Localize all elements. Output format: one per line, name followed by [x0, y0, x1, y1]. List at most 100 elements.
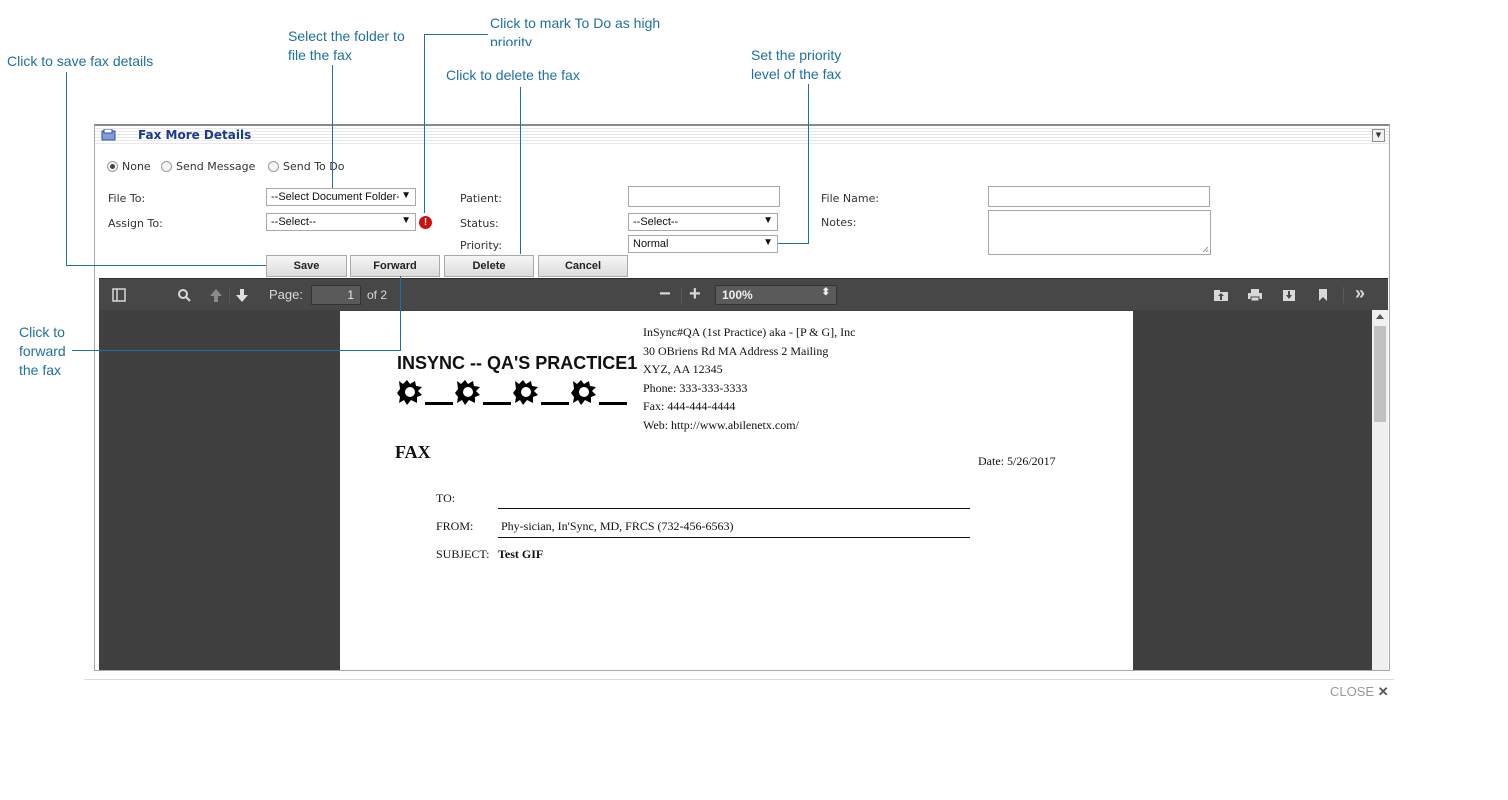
close-label: CLOSE: [1330, 684, 1375, 696]
chevron-down-icon: ▼: [401, 215, 411, 226]
radio-send-message-indicator[interactable]: [161, 160, 172, 172]
subject-value: Test GIF: [498, 547, 544, 561]
callout-forward-line1: Click to: [19, 324, 65, 340]
radio-none-indicator[interactable]: [107, 160, 118, 172]
callout-folder-line1: Select the folder to: [288, 28, 405, 44]
print-icon[interactable]: [1247, 288, 1263, 302]
chevron-down-icon: ▼: [763, 215, 773, 226]
zoom-in-icon[interactable]: +: [689, 283, 701, 306]
from-label: FROM:: [436, 519, 474, 533]
connector-line: [72, 350, 401, 351]
radio-none[interactable]: None: [107, 159, 151, 173]
address-block: InSync#QA (1st Practice) aka - [P & G], …: [643, 323, 856, 435]
delete-button[interactable]: Delete: [444, 255, 534, 277]
radio-none-label: None: [122, 159, 151, 173]
download-icon[interactable]: [1281, 288, 1297, 302]
sidebar-toggle-icon[interactable]: [112, 288, 126, 302]
assign-to-label: Assign To:: [108, 217, 163, 230]
patient-input[interactable]: [628, 186, 780, 207]
connector-line: [424, 34, 488, 35]
status-select-value: --Select--: [633, 216, 679, 228]
toolbar-separator: [681, 287, 682, 303]
dialog-footer-divider: [84, 679, 1394, 680]
open-file-icon[interactable]: [1213, 288, 1229, 302]
collapse-icon[interactable]: ▼: [1372, 129, 1385, 142]
zoom-select-value: 100%: [722, 288, 753, 302]
dialog-titlebar: Fax More Details ▼: [95, 126, 1389, 146]
connector-line: [66, 265, 266, 266]
zoom-select[interactable]: 100% ⬍: [715, 285, 837, 305]
pdf-viewer-area[interactable]: INSYNC -- QA'S PRACTICE1 InSync#QA (1st …: [99, 310, 1372, 670]
radio-send-todo-label: Send To Do: [283, 159, 345, 173]
radio-send-message-label: Send Message: [176, 159, 256, 173]
toolbar-separator: [1343, 287, 1344, 303]
address-line: Fax: 444-444-4444: [643, 399, 736, 414]
chevron-down-icon: ▼: [763, 237, 773, 248]
priority-label: Priority:: [460, 239, 503, 252]
address-line: 30 OBriens Rd MA Address 2 Mailing: [643, 343, 829, 358]
dialog-title: Fax More Details: [138, 128, 252, 142]
save-button[interactable]: Save: [266, 255, 347, 277]
callout-forward-line2: forward: [19, 343, 66, 359]
callout-high-priority-line1: Click to mark To Do as high: [490, 15, 661, 31]
resize-grip-icon[interactable]: [1202, 246, 1209, 253]
callout-forward-line3: the fax: [19, 362, 62, 378]
callout-priority: Set the priority level of the fax: [751, 46, 841, 84]
fax-details-dialog: Fax More Details ▼ None Send Message Sen…: [94, 124, 1390, 671]
from-value: Phy-sician, In'Sync, MD, FRCS (732-456-6…: [501, 519, 734, 533]
callout-high-priority: Click to mark To Do as high priority: [490, 14, 660, 46]
patient-label: Patient:: [460, 192, 503, 205]
callout-folder-line2: file the fax: [288, 47, 352, 63]
scroll-up-arrow-icon[interactable]: [1376, 314, 1384, 319]
priority-select[interactable]: Normal ▼: [628, 235, 778, 253]
callout-folder: Select the folder to file the fax: [288, 27, 405, 65]
connector-line: [332, 65, 333, 188]
next-page-icon[interactable]: [235, 288, 249, 303]
radio-send-todo-indicator[interactable]: [268, 160, 279, 172]
bookmark-icon[interactable]: [1317, 288, 1329, 302]
status-select[interactable]: --Select-- ▼: [628, 213, 778, 231]
cancel-button[interactable]: Cancel: [538, 255, 628, 277]
radio-send-todo[interactable]: Send To Do: [268, 159, 344, 173]
scrollbar-thumb[interactable]: [1374, 326, 1386, 422]
forward-button[interactable]: Forward: [350, 255, 440, 277]
callout-priority-line2: level of the fax: [751, 66, 842, 82]
notes-label: Notes:: [821, 216, 857, 229]
callout-forward: Click to forward the fax: [19, 323, 66, 380]
connector-line: [400, 276, 401, 351]
toolbar-separator: [229, 287, 230, 303]
address-line: XYZ, AA 12345: [643, 362, 723, 377]
connector-line: [520, 87, 521, 254]
zoom-chevron-icon: ⬍: [821, 287, 830, 298]
notes-textarea[interactable]: [988, 210, 1211, 255]
pdf-scrollbar[interactable]: [1372, 310, 1388, 670]
radio-send-message[interactable]: Send Message: [161, 159, 255, 173]
connector-line: [424, 34, 425, 213]
search-icon[interactable]: [177, 288, 191, 302]
fax-date: Date: 5/26/2017: [978, 454, 1056, 468]
from-line: [498, 537, 970, 538]
high-priority-icon[interactable]: !: [419, 216, 432, 229]
fax-icon: [101, 129, 116, 141]
tools-menu-icon[interactable]: »: [1355, 283, 1365, 304]
status-label: Status:: [460, 217, 499, 230]
fax-document-page: INSYNC -- QA'S PRACTICE1 InSync#QA (1st …: [340, 311, 1133, 670]
to-label: TO:: [436, 491, 456, 505]
callout-high-priority-line2: priority: [490, 34, 533, 46]
fax-heading: FAX: [395, 442, 431, 462]
page-label: Page:: [269, 287, 303, 302]
address-line: Web: http://www.abilenetx.com/: [643, 417, 799, 432]
file-name-label: File Name:: [821, 192, 880, 205]
file-to-select-value: --Select Document Folder--: [271, 191, 404, 203]
previous-page-icon[interactable]: [209, 288, 223, 303]
practice-name: INSYNC -- QA'S PRACTICE1: [397, 353, 638, 373]
file-name-input[interactable]: [988, 186, 1210, 207]
assign-to-select[interactable]: --Select-- ▼: [266, 213, 416, 231]
zoom-out-icon[interactable]: −: [659, 283, 671, 306]
connector-line: [66, 72, 67, 266]
practice-logo-image: [397, 380, 627, 405]
assign-to-select-value: --Select--: [271, 216, 317, 228]
page-number-input[interactable]: 1: [311, 285, 361, 305]
close-button[interactable]: CLOSE ✕: [1330, 684, 1389, 696]
file-to-select[interactable]: --Select Document Folder-- ▼: [266, 188, 416, 206]
